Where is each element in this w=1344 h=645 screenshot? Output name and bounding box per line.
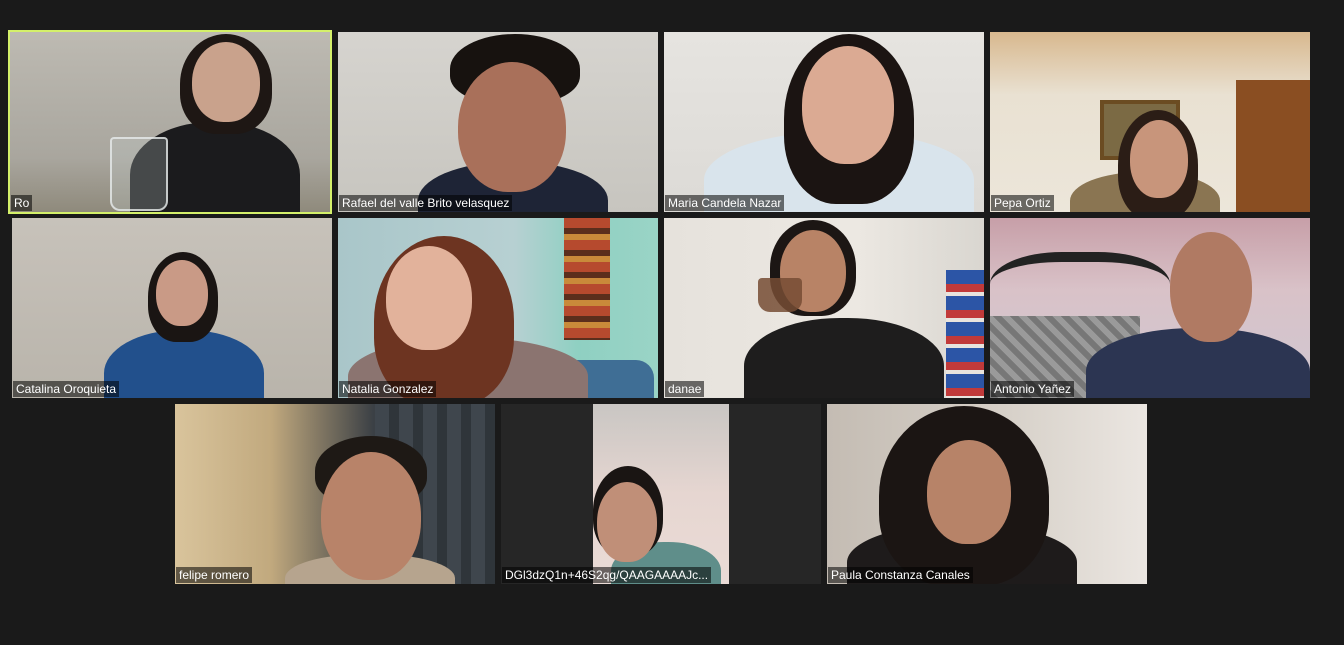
bookshelf — [946, 270, 984, 398]
video-tile-antonio[interactable]: Antonio Yañez — [990, 218, 1310, 398]
participant-name: Natalia Gonzalez — [339, 381, 437, 397]
video-tile-ro[interactable]: Ro — [8, 30, 332, 214]
video-tile-natalia[interactable]: Natalia Gonzalez — [338, 218, 658, 398]
video-tile-paula[interactable]: Paula Constanza Canales — [827, 404, 1147, 584]
gallery-view: Ro Rafael del valle Brito velasquez Mari… — [0, 0, 1344, 645]
glass — [110, 137, 168, 211]
participant-name: Pepa Ortiz — [991, 195, 1054, 211]
video-tile-felipe[interactable]: felipe romero — [175, 404, 495, 584]
video-tile-danae[interactable]: danae — [664, 218, 984, 398]
video-tile-dgl3dzq1n[interactable]: DGl3dzQ1n+46S2qg/QAAGAAAAJc... — [501, 404, 821, 584]
participant-name: felipe romero — [176, 567, 253, 583]
participant-name: Maria Candela Nazar — [665, 195, 785, 211]
participant-name: Rafael del valle Brito velasquez — [339, 195, 513, 211]
video-tile-maria[interactable]: Maria Candela Nazar — [664, 32, 984, 212]
participant-name: danae — [665, 381, 705, 397]
video-tile-pepa[interactable]: Pepa Ortiz — [990, 32, 1310, 212]
participant-name: Ro — [11, 195, 33, 211]
shelf — [1236, 80, 1310, 212]
participant-name: Paula Constanza Canales — [828, 567, 973, 583]
wall-tapestry — [564, 218, 610, 340]
participant-name: Catalina Oroquieta — [13, 381, 120, 397]
glass — [758, 278, 802, 312]
video-tile-catalina[interactable]: Catalina Oroquieta — [12, 218, 332, 398]
participant-name: Antonio Yañez — [991, 381, 1074, 397]
video-tile-rafael[interactable]: Rafael del valle Brito velasquez — [338, 32, 658, 212]
participant-name: DGl3dzQ1n+46S2qg/QAAGAAAAJc... — [502, 567, 712, 583]
